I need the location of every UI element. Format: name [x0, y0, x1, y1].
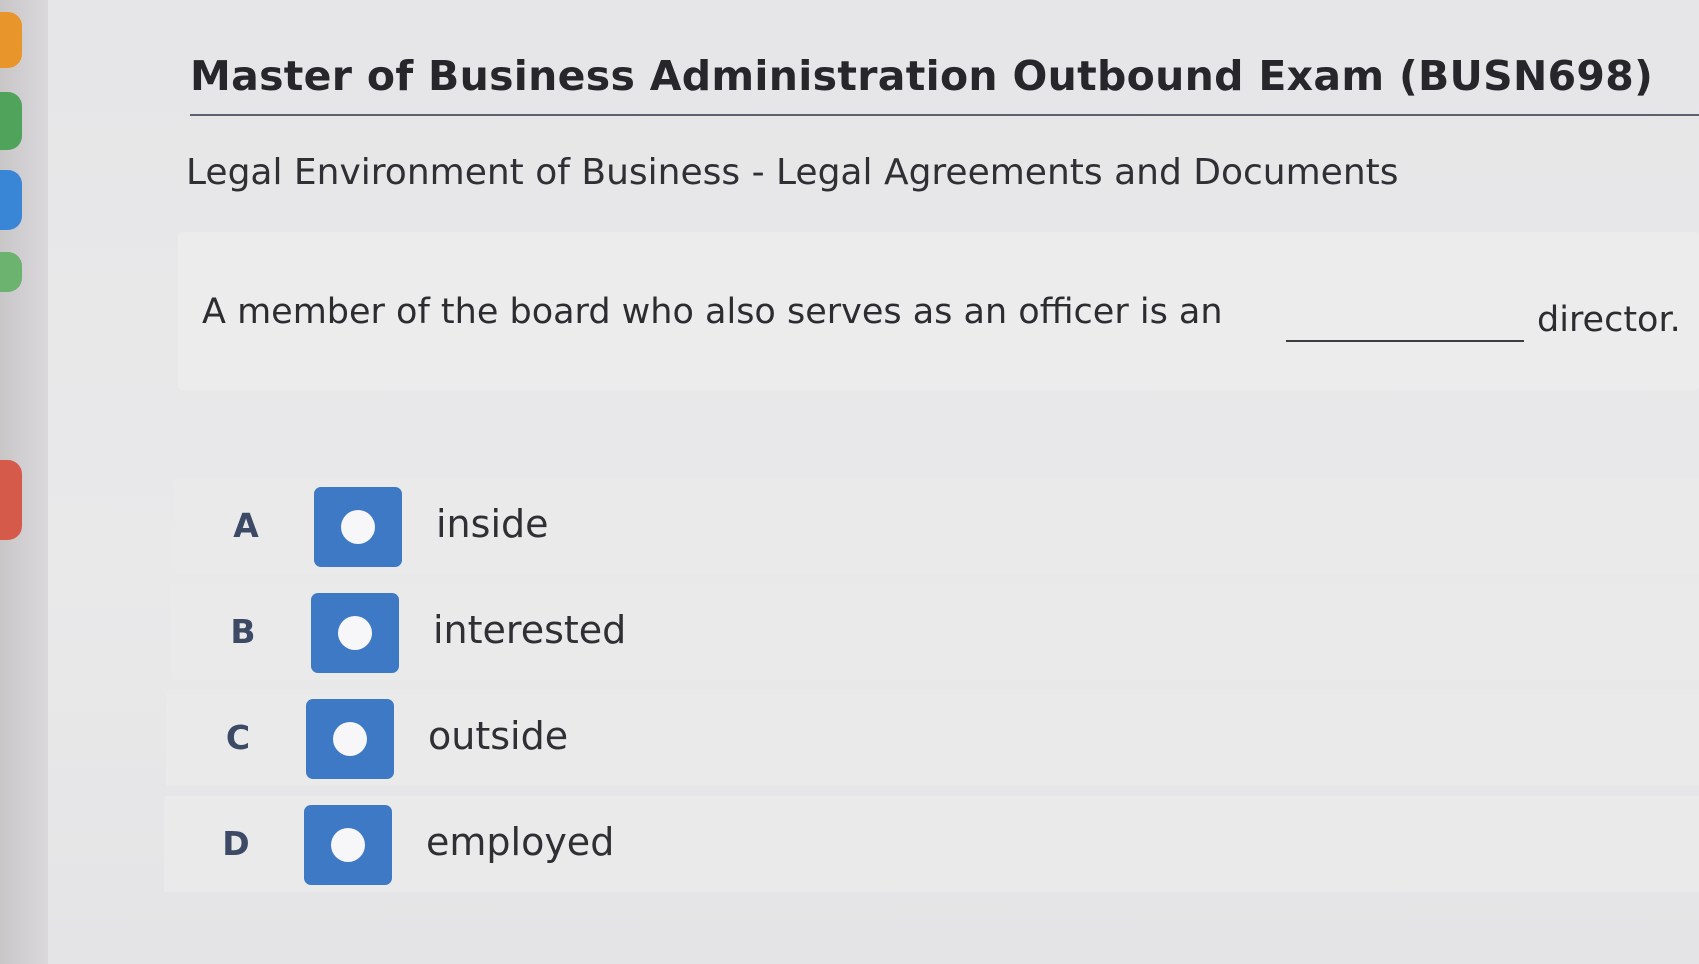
radio-button-b[interactable]	[311, 593, 399, 673]
radio-button-c[interactable]	[306, 699, 394, 779]
radio-circle-icon	[341, 510, 375, 544]
question-blank	[1286, 340, 1524, 342]
answer-option-c[interactable]: C outside	[166, 690, 1699, 786]
radio-button-a[interactable]	[314, 487, 402, 567]
browser-left-strip	[0, 0, 48, 964]
exam-subtitle: Legal Environment of Business - Legal Ag…	[186, 152, 1399, 193]
radio-circle-icon	[333, 722, 367, 756]
tab-edge-green	[0, 92, 22, 150]
question-text: A member of the board who also serves as…	[202, 292, 1223, 332]
answer-option-d[interactable]: D employed	[164, 796, 1699, 892]
radio-button-d[interactable]	[304, 805, 392, 885]
radio-circle-icon	[331, 828, 365, 862]
option-letter: B	[230, 612, 256, 651]
title-divider	[190, 114, 1699, 116]
tab-edge-blue	[0, 170, 22, 230]
answer-option-a[interactable]: A inside	[174, 478, 1699, 574]
radio-circle-icon	[338, 616, 372, 650]
exam-title: Master of Business Administration Outbou…	[190, 52, 1654, 100]
option-letter: C	[225, 718, 251, 757]
tab-edge-green-2	[0, 252, 22, 292]
option-letter: D	[222, 824, 250, 863]
tab-edge-orange	[0, 12, 22, 68]
option-label: interested	[433, 608, 627, 652]
answer-option-b[interactable]: B interested	[171, 584, 1699, 680]
option-label: outside	[428, 714, 569, 758]
option-label: inside	[436, 502, 549, 546]
option-label: employed	[426, 820, 615, 864]
question-text-end: director.	[1537, 300, 1681, 340]
option-letter: A	[233, 506, 259, 545]
tab-edge-red	[0, 460, 22, 540]
